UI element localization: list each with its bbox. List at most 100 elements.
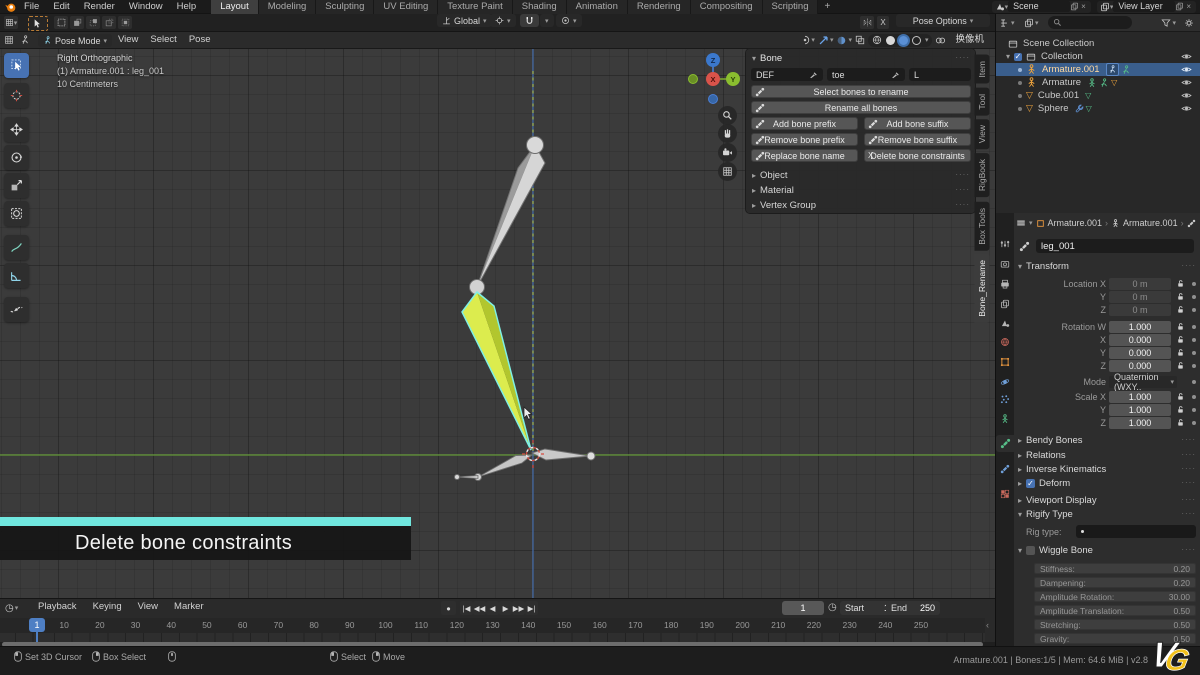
collection-checkbox[interactable]: ✓ (1014, 53, 1022, 61)
inverse-kinematics-panel-header[interactable]: ▸Inverse Kinematics (1018, 464, 1106, 475)
mirror-axis-label[interactable]: X (877, 16, 889, 29)
copy-icon[interactable] (1175, 2, 1184, 11)
bone-name-field[interactable]: leg_001 (1036, 239, 1194, 253)
lock-icon[interactable] (1176, 292, 1185, 301)
sidebar-tab[interactable]: Box Tools (975, 202, 990, 251)
outliner-filter-dropdown[interactable]: ▾ (1024, 17, 1039, 29)
shading-rendered-button[interactable] (912, 36, 921, 45)
scale-x-field[interactable]: 1.000 (1109, 391, 1171, 403)
tool-cursor-button[interactable] (4, 83, 29, 108)
stretching-slider[interactable]: Stretching:0.50 (1034, 619, 1196, 630)
eyedropper-icon[interactable] (809, 70, 818, 79)
panel-grip[interactable]: ···· (1181, 261, 1196, 270)
bone-panel-header[interactable]: ▾Bone (752, 53, 782, 64)
deform-panel-header[interactable]: ▸✓Deform (1018, 478, 1070, 489)
pivot-point-dropdown[interactable]: ▾ (490, 14, 516, 27)
panel-grip[interactable]: ···· (955, 170, 970, 179)
outliner-display-mode-dropdown[interactable]: ▾ (1000, 17, 1015, 29)
tab-render[interactable] (996, 255, 1014, 272)
tool-pose-breakdowner-button[interactable] (4, 297, 29, 322)
scene-name[interactable]: Scene (1008, 1, 1070, 12)
animate-dot[interactable] (1192, 282, 1196, 286)
next-keyframe-button[interactable]: ▶▶ (512, 601, 525, 615)
dampening-slider[interactable]: Dampening:0.20 (1034, 577, 1196, 588)
workspace-tab[interactable]: Compositing (691, 0, 763, 14)
workspace-tab[interactable]: Sculpting (316, 0, 374, 14)
shading-wireframe-button[interactable] (872, 35, 882, 45)
eye-icon[interactable] (1181, 77, 1192, 88)
breadcrumb-data[interactable]: Armature.001 (1123, 218, 1178, 228)
outliner-options-icon[interactable] (1184, 17, 1194, 29)
tab-texture[interactable] (996, 485, 1014, 502)
timeline-menu-item[interactable]: Playback (30, 599, 85, 615)
tool-move-button[interactable] (4, 117, 29, 142)
viewport-menu-item[interactable]: View (112, 32, 144, 48)
tool-rotate-button[interactable] (4, 145, 29, 170)
animate-dot[interactable] (1192, 421, 1196, 425)
sidebar-tab[interactable]: Tool (975, 88, 990, 116)
tool-scale-button[interactable] (4, 173, 29, 198)
scale-y-field[interactable]: 1.000 (1109, 404, 1171, 416)
select-mode-new-button[interactable] (54, 16, 68, 29)
location-z-field[interactable]: 0 m (1109, 304, 1171, 316)
object-panel-header[interactable]: ▸Object (752, 170, 787, 181)
timeline-ruler[interactable]: 1102030405060708090100110120130140150160… (0, 618, 985, 633)
timeline-menu-item[interactable]: Keying (85, 599, 130, 615)
outliner-row-armature-001[interactable]: Armature.001 (996, 63, 1200, 76)
eyedropper-icon[interactable] (891, 70, 900, 79)
current-frame-field[interactable]: 1 (782, 601, 824, 615)
transform-orientation-dropdown[interactable]: Global ▾ (437, 14, 492, 27)
sidebar-tab[interactable]: View (975, 119, 990, 149)
lock-icon[interactable] (1176, 335, 1185, 344)
snap-toggle[interactable] (520, 14, 539, 27)
outliner-search-input[interactable] (1048, 16, 1132, 29)
eye-icon[interactable] (1181, 51, 1192, 62)
select-bones-to-rename-button[interactable]: Select bones to rename (751, 85, 971, 98)
animate-dot[interactable] (1192, 364, 1196, 368)
timeline-track[interactable] (0, 633, 985, 642)
topbar-menu-item[interactable]: File (17, 0, 46, 13)
replace-bone-name-button[interactable]: Replace bone name (751, 149, 858, 162)
prefix-field[interactable]: DEF (751, 68, 823, 81)
relations-panel-header[interactable]: ▸Relations (1018, 450, 1066, 461)
animate-dot[interactable] (1192, 338, 1196, 342)
view-layer-name[interactable]: View Layer (1113, 1, 1175, 12)
shading-solid-button[interactable] (886, 36, 895, 45)
stiffness-slider[interactable]: Stiffness:0.20 (1034, 563, 1196, 574)
filter-funnel-dropdown[interactable]: ▾ (1161, 17, 1176, 29)
view-layer-selector[interactable]: ▾ View Layer × (1097, 1, 1196, 13)
lock-icon[interactable] (1176, 418, 1185, 427)
viewport-extra-icon[interactable] (20, 34, 30, 46)
outliner-row-collection[interactable]: ▾ ✓ Collection (996, 50, 1200, 63)
render-pass-icon[interactable] (935, 34, 946, 46)
lock-icon[interactable] (1176, 322, 1185, 331)
lock-icon[interactable] (1176, 305, 1185, 314)
animate-dot[interactable] (1192, 380, 1196, 384)
find-field[interactable]: toe (827, 68, 905, 81)
tool-transform-button[interactable] (4, 201, 29, 226)
active-tool-indicator[interactable] (28, 16, 48, 31)
tool-select-box-button[interactable] (4, 53, 29, 78)
workspace-tab[interactable]: Shading (513, 0, 567, 14)
shading-material-button[interactable] (899, 36, 908, 45)
show-gizmo-dropdown[interactable]: ▾ (800, 34, 815, 46)
jump-to-end-button[interactable]: ▶| (525, 601, 538, 615)
tab-physics[interactable] (996, 373, 1014, 390)
delete-bone-constraints-button[interactable]: XDelete bone constraints (864, 149, 971, 162)
rotation-x-field[interactable]: 0.000 (1109, 334, 1171, 346)
mirror-x-icon[interactable] (860, 16, 874, 29)
rig-type-field[interactable] (1076, 525, 1196, 538)
lock-icon[interactable] (1176, 392, 1185, 401)
camera-view-button[interactable] (718, 143, 737, 162)
rotation-mode-dropdown[interactable]: Quaternion (WXY.. (1109, 376, 1177, 388)
animate-dot[interactable] (1192, 408, 1196, 412)
topbar-menu-item[interactable]: Render (77, 0, 122, 13)
outliner-row-armature[interactable]: Armature ▽ (996, 76, 1200, 89)
panel-grip[interactable]: ···· (955, 53, 970, 62)
transform-panel-header[interactable]: ▾Transform (1018, 261, 1069, 272)
animate-dot[interactable] (1192, 325, 1196, 329)
panel-grip[interactable]: ···· (955, 185, 970, 194)
rotation-y-field[interactable]: 0.000 (1109, 347, 1171, 359)
outliner-row-scene-collection[interactable]: Scene Collection (996, 37, 1200, 50)
proportional-edit-dropdown[interactable]: ▾ (556, 14, 582, 27)
